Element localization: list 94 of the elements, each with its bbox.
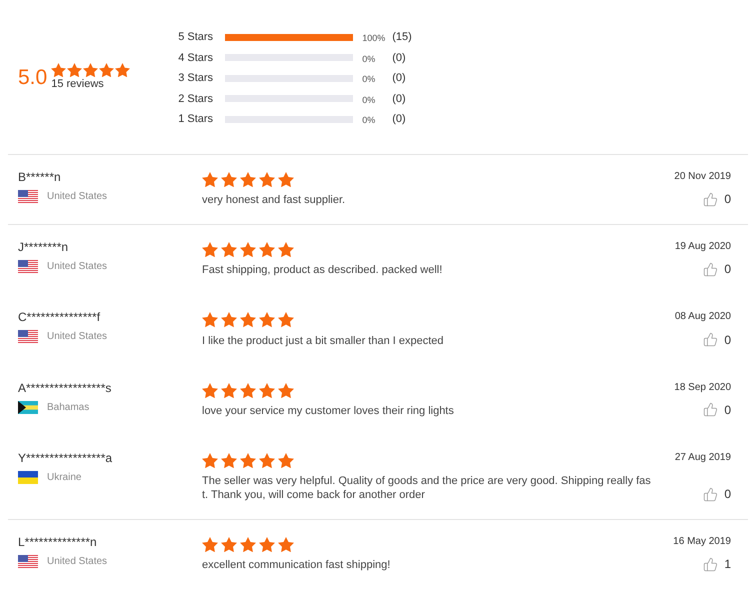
star-icon [240, 537, 256, 552]
star-icon [278, 452, 294, 468]
star-icon [99, 62, 114, 78]
review-text: I like the product just a bit smaller than I expected [202, 334, 445, 348]
percent-text: 0% [362, 52, 376, 66]
thumbs-up-icon [703, 262, 718, 277]
count-text: (0) [392, 92, 406, 106]
country-name: Ukraine [47, 470, 82, 484]
average-rating: 5.0 [18, 66, 48, 90]
star-icon [278, 537, 294, 552]
thumbs-up-icon [703, 556, 718, 572]
flag-icon [18, 260, 38, 274]
star-icon [240, 242, 256, 258]
country-name: United States [47, 555, 108, 568]
star-icon [51, 62, 66, 78]
like-button[interactable]: 0 [703, 332, 731, 348]
thumbs-up-icon [703, 486, 718, 502]
thumbs-up-icon [703, 192, 718, 207]
star-level-label: 2 Stars [178, 92, 214, 106]
thumbs-up-icon [703, 402, 718, 418]
flag-icon [18, 400, 38, 414]
review-date: 19 Aug 2020 [674, 240, 731, 254]
like-button[interactable]: 0 [703, 191, 731, 208]
star-icon [278, 242, 294, 258]
percent-text: 100% [362, 32, 386, 45]
country-name: Bahamas [47, 400, 90, 414]
star-icon [221, 242, 237, 258]
star-level-label: 3 Stars [178, 71, 214, 85]
thumbs-up-icon [703, 332, 718, 348]
star-level-label: 4 Stars [178, 50, 214, 64]
reviewer-name: B******n [18, 170, 61, 184]
percent-text: 0% [362, 94, 376, 106]
star-icon [278, 172, 294, 188]
star-icon [240, 452, 256, 468]
like-button[interactable]: 0 [703, 486, 731, 502]
star-icon [67, 62, 82, 78]
star-icon [83, 62, 98, 78]
count-text: (0) [392, 71, 406, 85]
count-text: (0) [392, 112, 406, 126]
country-name: United States [47, 330, 108, 344]
star-icon [240, 382, 256, 398]
percent-text: 0% [362, 73, 376, 86]
reviewer-name: L**************n [18, 535, 97, 550]
reviewer-name: C***************f [18, 310, 100, 324]
review-text: Fast shipping, product as described. packed well! [202, 263, 444, 278]
star-icon [278, 312, 294, 328]
star-icon [202, 312, 218, 328]
country-name: United States [47, 260, 108, 274]
star-icon [202, 242, 218, 258]
review-text: The seller was very helpful. Quality of goods and the price are very good. Shipping really fast. Thank you, will come back for another order [202, 474, 652, 502]
star-level-label: 1 Stars [178, 112, 214, 126]
star-icon [240, 312, 256, 328]
star-icon [202, 172, 218, 188]
star-icon [259, 172, 275, 188]
like-button[interactable]: 0 [703, 261, 731, 278]
review-text: very honest and fast supplier. [202, 193, 346, 208]
star-icon [278, 382, 294, 398]
like-button[interactable]: 1 [703, 556, 731, 572]
star-icon [115, 62, 130, 78]
reviewer-name: A*****************s [18, 380, 112, 395]
review-count: 15 reviews [51, 78, 105, 92]
count-text: (15) [392, 30, 412, 44]
star-icon [259, 242, 275, 258]
review-date: 20 Nov 2019 [674, 170, 731, 184]
country-name: United States [47, 190, 108, 203]
star-icon [259, 312, 275, 328]
flag-icon [18, 470, 38, 484]
flag-icon [18, 190, 38, 203]
star-icon [202, 537, 218, 552]
review-date: 08 Aug 2020 [674, 310, 731, 324]
star-icon [221, 172, 237, 188]
percent-text: 0% [362, 114, 376, 127]
reviewer-name: Y*****************a [18, 450, 112, 465]
star-level-label: 5 Stars [178, 30, 214, 44]
star-icon [259, 452, 275, 468]
review-text: love your service my customer loves their ring lights [202, 404, 455, 418]
review-date: 18 Sep 2020 [674, 380, 731, 395]
count-text: (0) [392, 50, 406, 64]
review-date: 16 May 2019 [673, 535, 731, 550]
flag-icon [18, 330, 38, 344]
star-icon [202, 382, 218, 398]
star-icon [202, 452, 218, 468]
star-icon [221, 452, 237, 468]
review-text: excellent communication fast shipping! [202, 558, 392, 572]
star-icon [240, 172, 256, 188]
star-icon [259, 382, 275, 398]
star-icon [259, 537, 275, 552]
star-icon [221, 312, 237, 328]
review-date: 27 Aug 2019 [674, 450, 731, 465]
flag-icon [18, 555, 38, 568]
star-icon [221, 382, 237, 398]
reviewer-name: J********n [18, 240, 68, 254]
like-button[interactable]: 0 [703, 402, 731, 418]
star-icon [221, 537, 237, 552]
